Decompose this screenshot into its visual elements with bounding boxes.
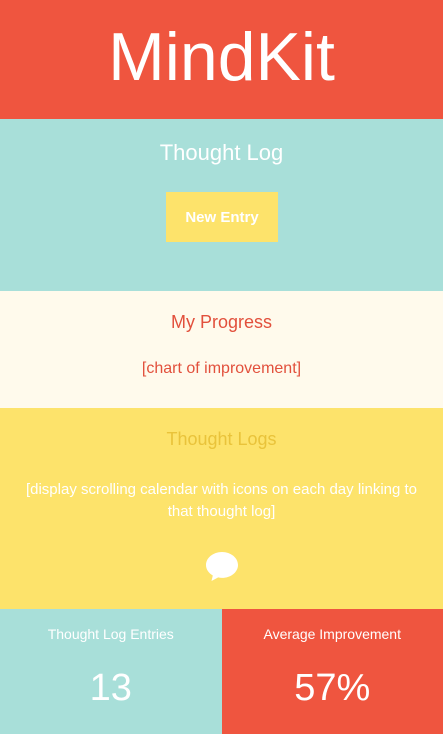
mindkit-app: MindKit Thought Log New Entry My Progres… xyxy=(0,0,443,734)
average-improvement-value: 57% xyxy=(294,667,371,709)
app-header: MindKit xyxy=(0,0,443,119)
chat-bubble-icon[interactable] xyxy=(205,550,239,582)
average-improvement-card: Average Improvement 57% xyxy=(221,609,443,734)
thought-logs-calendar-placeholder: [display scrolling calendar with icons o… xyxy=(25,481,418,520)
app-title: MindKit xyxy=(108,18,335,95)
progress-section: My Progress [chart of improvement] xyxy=(0,291,443,408)
average-improvement-label: Average Improvement xyxy=(263,626,401,642)
improvement-chart-placeholder: [chart of improvement] xyxy=(141,360,302,377)
thought-log-entries-value: 13 xyxy=(89,667,132,709)
thought-log-heading: Thought Log xyxy=(159,140,284,165)
thought-log-entries-label: Thought Log Entries xyxy=(47,626,174,642)
thought-logs-heading: Thought Logs xyxy=(166,429,277,449)
thought-log-entries-card: Thought Log Entries 13 xyxy=(0,609,222,734)
my-progress-heading: My Progress xyxy=(170,312,273,332)
stats-row: Thought Log Entries 13 Average Improveme… xyxy=(0,609,443,734)
thought-log-section: Thought Log New Entry xyxy=(0,119,443,291)
new-entry-button[interactable]: New Entry xyxy=(166,192,278,242)
thought-logs-section: Thought Logs [display scrolling calendar… xyxy=(0,408,443,609)
